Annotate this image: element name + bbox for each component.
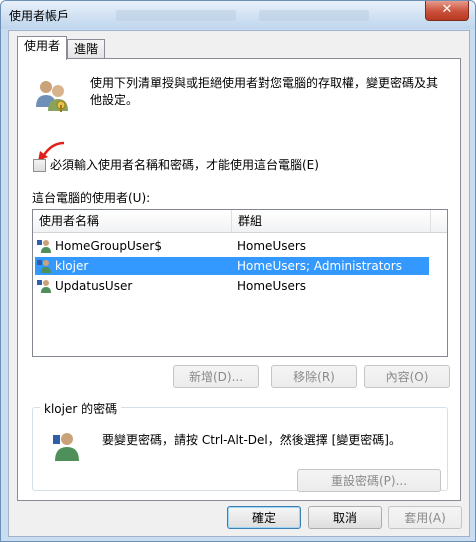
- user-icon: [37, 280, 51, 293]
- close-button[interactable]: ✕: [425, 1, 469, 21]
- column-header-group[interactable]: 群組: [232, 210, 431, 232]
- table-row[interactable]: klojer HomeUsers; Administrators: [35, 257, 429, 275]
- users-tab-panel: 使用下列清單授與或拒絕使用者對您電腦的存取權，變更密碼及其他設定。 必須輸入使用…: [17, 58, 461, 501]
- title-bar[interactable]: 使用者帳戶 ✕: [1, 1, 475, 29]
- background-taskbar-ghost: [259, 10, 369, 21]
- user-name-cell: klojer: [55, 259, 89, 273]
- user-name-cell: UpdatusUser: [55, 279, 133, 293]
- column-header-username[interactable]: 使用者名稱: [33, 210, 232, 232]
- window-title: 使用者帳戶: [9, 9, 70, 23]
- reset-password-button[interactable]: 重設密碼(P)...: [297, 469, 441, 492]
- user-group-cell: HomeUsers: [237, 279, 307, 293]
- tab-advanced[interactable]: 進階: [67, 39, 106, 60]
- add-user-button[interactable]: 新增(D)...: [173, 365, 259, 388]
- table-row[interactable]: UpdatusUser HomeUsers: [35, 277, 429, 295]
- require-login-label[interactable]: 必須輸入使用者名稱和密碼，才能使用這台電腦(E): [50, 156, 319, 173]
- ok-button[interactable]: 確定: [227, 506, 301, 529]
- users-icon: [36, 81, 68, 112]
- password-group-title: klojer 的密碼: [40, 400, 122, 417]
- description-text: 使用下列清單授與或拒絕使用者對您電腦的存取權，變更密碼及其他設定。: [90, 76, 439, 107]
- users-list-label: 這台電腦的使用者(U):: [32, 191, 151, 205]
- require-login-checkbox[interactable]: [33, 159, 46, 172]
- cancel-button[interactable]: 取消: [308, 506, 382, 529]
- user-key-icon: [53, 433, 79, 461]
- background-taskbar-ghost: [116, 10, 236, 21]
- table-row[interactable]: HomeGroupUser$ HomeUsers: [35, 237, 429, 255]
- remove-user-button[interactable]: 移除(R): [271, 365, 357, 388]
- user-group-cell: HomeUsers: [237, 239, 307, 253]
- user-accounts-window: 使用者帳戶 ✕ 使用者 進階 使用下列清單授與或拒絕使用者對您電腦的存取權，變更…: [0, 0, 476, 542]
- user-properties-button[interactable]: 內容(O): [364, 365, 450, 388]
- user-icon: [37, 240, 51, 253]
- apply-button[interactable]: 套用(A): [388, 506, 462, 529]
- users-list[interactable]: 使用者名稱 群組 HomeGroupUser$ HomeUsers klojer…: [32, 209, 448, 357]
- password-instruction-text: 要變更密碼，請按 Ctrl-Alt-Del，然後選擇 [變更密碼]。: [102, 433, 401, 447]
- dialog-client-area: 使用者 進階 使用下列清單授與或拒絕使用者對您電腦的存取權，變更密碼及其他設定。…: [8, 30, 470, 537]
- user-icon: [37, 260, 51, 273]
- users-list-header: 使用者名稱 群組: [33, 210, 447, 233]
- tab-users[interactable]: 使用者: [17, 36, 68, 60]
- user-name-cell: HomeGroupUser$: [55, 239, 162, 253]
- user-group-cell: HomeUsers; Administrators: [237, 259, 402, 273]
